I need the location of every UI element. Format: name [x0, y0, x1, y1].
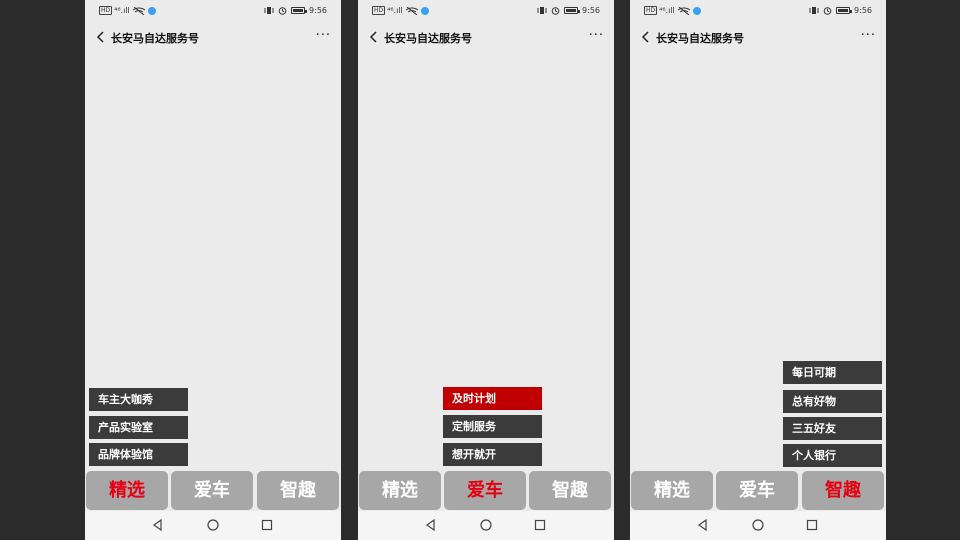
- menu-item[interactable]: 品牌体验馆: [89, 443, 188, 466]
- menu-item[interactable]: 定制服务: [443, 415, 542, 438]
- signal-icon: ⁴⁶.ıll: [659, 6, 675, 15]
- battery-icon: [836, 7, 853, 14]
- back-arrow-icon[interactable]: [368, 30, 380, 44]
- more-options-icon[interactable]: ···: [316, 28, 331, 43]
- battery-icon: [564, 7, 581, 14]
- app-notification-icon: [147, 6, 156, 15]
- wifi-off-icon: [132, 6, 146, 15]
- tab-bar: 精选 爱车 智趣: [85, 471, 341, 511]
- recents-square-icon[interactable]: [260, 518, 274, 532]
- back-arrow-icon[interactable]: [95, 30, 107, 44]
- alarm-icon: [551, 7, 560, 15]
- more-options-icon[interactable]: ···: [589, 28, 604, 43]
- home-circle-icon[interactable]: [479, 518, 493, 532]
- tab-aiche[interactable]: 爱车: [716, 471, 798, 510]
- title-bar: 长安马自达服务号 ···: [630, 22, 886, 52]
- signal-icon: ⁴⁶.ıll: [114, 6, 130, 15]
- home-circle-icon[interactable]: [206, 518, 220, 532]
- clock-time: 9:56: [309, 6, 327, 15]
- tab-zhiqu[interactable]: 智趣: [529, 471, 611, 510]
- status-bar: HD ⁴⁶.ıll 9:56: [358, 0, 614, 22]
- system-nav-bar: [358, 511, 614, 540]
- tab-aiche[interactable]: 爱车: [444, 471, 526, 510]
- phone-screen-3: HD ⁴⁶.ıll 9:56 长安马自达服务号 ··· 每日可期 总有好物 三五…: [630, 0, 886, 540]
- menu-item[interactable]: 想开就开: [443, 443, 542, 466]
- menu-item[interactable]: 总有好物: [783, 390, 882, 413]
- menu-item[interactable]: 每日可期: [783, 361, 882, 384]
- signal-icon: ⁴⁶.ıll: [387, 6, 403, 15]
- system-nav-bar: [630, 511, 886, 540]
- phone-screen-2: HD ⁴⁶.ıll 9:56 长安马自达服务号 ··· 及时计划 定制服务 想开…: [358, 0, 614, 540]
- tab-jingxuan[interactable]: 精选: [631, 471, 713, 510]
- tab-zhiqu[interactable]: 智趣: [257, 471, 339, 510]
- home-circle-icon[interactable]: [751, 518, 765, 532]
- page-title: 长安马自达服务号: [656, 32, 744, 45]
- tab-bar: 精选 爱车 智趣: [630, 471, 886, 511]
- alarm-icon: [278, 7, 287, 15]
- hd-badge: HD: [372, 6, 386, 15]
- phone-screen-1: HD ⁴⁶.ıll 9:56 长安马自达服务号 ··· 车主大咖秀 产品实验室 …: [85, 0, 341, 540]
- menu-item-active[interactable]: 及时计划: [443, 387, 542, 410]
- back-triangle-icon[interactable]: [151, 518, 165, 532]
- recents-square-icon[interactable]: [533, 518, 547, 532]
- more-options-icon[interactable]: ···: [861, 28, 876, 43]
- clock-time: 9:56: [582, 6, 600, 15]
- vibrate-icon: [264, 7, 274, 14]
- menu-item[interactable]: 产品实验室: [89, 416, 188, 439]
- app-notification-icon: [420, 6, 429, 15]
- back-arrow-icon[interactable]: [640, 30, 652, 44]
- alarm-icon: [823, 7, 832, 15]
- page-title: 长安马自达服务号: [384, 32, 472, 45]
- app-notification-icon: [692, 6, 701, 15]
- status-bar: HD ⁴⁶.ıll 9:56: [630, 0, 886, 22]
- menu-item[interactable]: 三五好友: [783, 417, 882, 440]
- hd-badge: HD: [644, 6, 658, 15]
- back-triangle-icon[interactable]: [424, 518, 438, 532]
- menu-item[interactable]: 车主大咖秀: [89, 388, 188, 411]
- page-title: 长安马自达服务号: [111, 32, 199, 45]
- wifi-off-icon: [677, 6, 691, 15]
- tab-aiche[interactable]: 爱车: [171, 471, 253, 510]
- system-nav-bar: [85, 511, 341, 540]
- wifi-off-icon: [405, 6, 419, 15]
- vibrate-icon: [809, 7, 819, 14]
- status-bar: HD ⁴⁶.ıll 9:56: [85, 0, 341, 22]
- vibrate-icon: [537, 7, 547, 14]
- clock-time: 9:56: [854, 6, 872, 15]
- recents-square-icon[interactable]: [805, 518, 819, 532]
- hd-badge: HD: [99, 6, 113, 15]
- tab-jingxuan[interactable]: 精选: [359, 471, 441, 510]
- battery-icon: [291, 7, 308, 14]
- back-triangle-icon[interactable]: [696, 518, 710, 532]
- tab-jingxuan[interactable]: 精选: [86, 471, 168, 510]
- menu-item[interactable]: 个人银行: [783, 444, 882, 467]
- tab-bar: 精选 爱车 智趣: [358, 471, 614, 511]
- title-bar: 长安马自达服务号 ···: [85, 22, 341, 52]
- title-bar: 长安马自达服务号 ···: [358, 22, 614, 52]
- tab-zhiqu[interactable]: 智趣: [802, 471, 884, 510]
